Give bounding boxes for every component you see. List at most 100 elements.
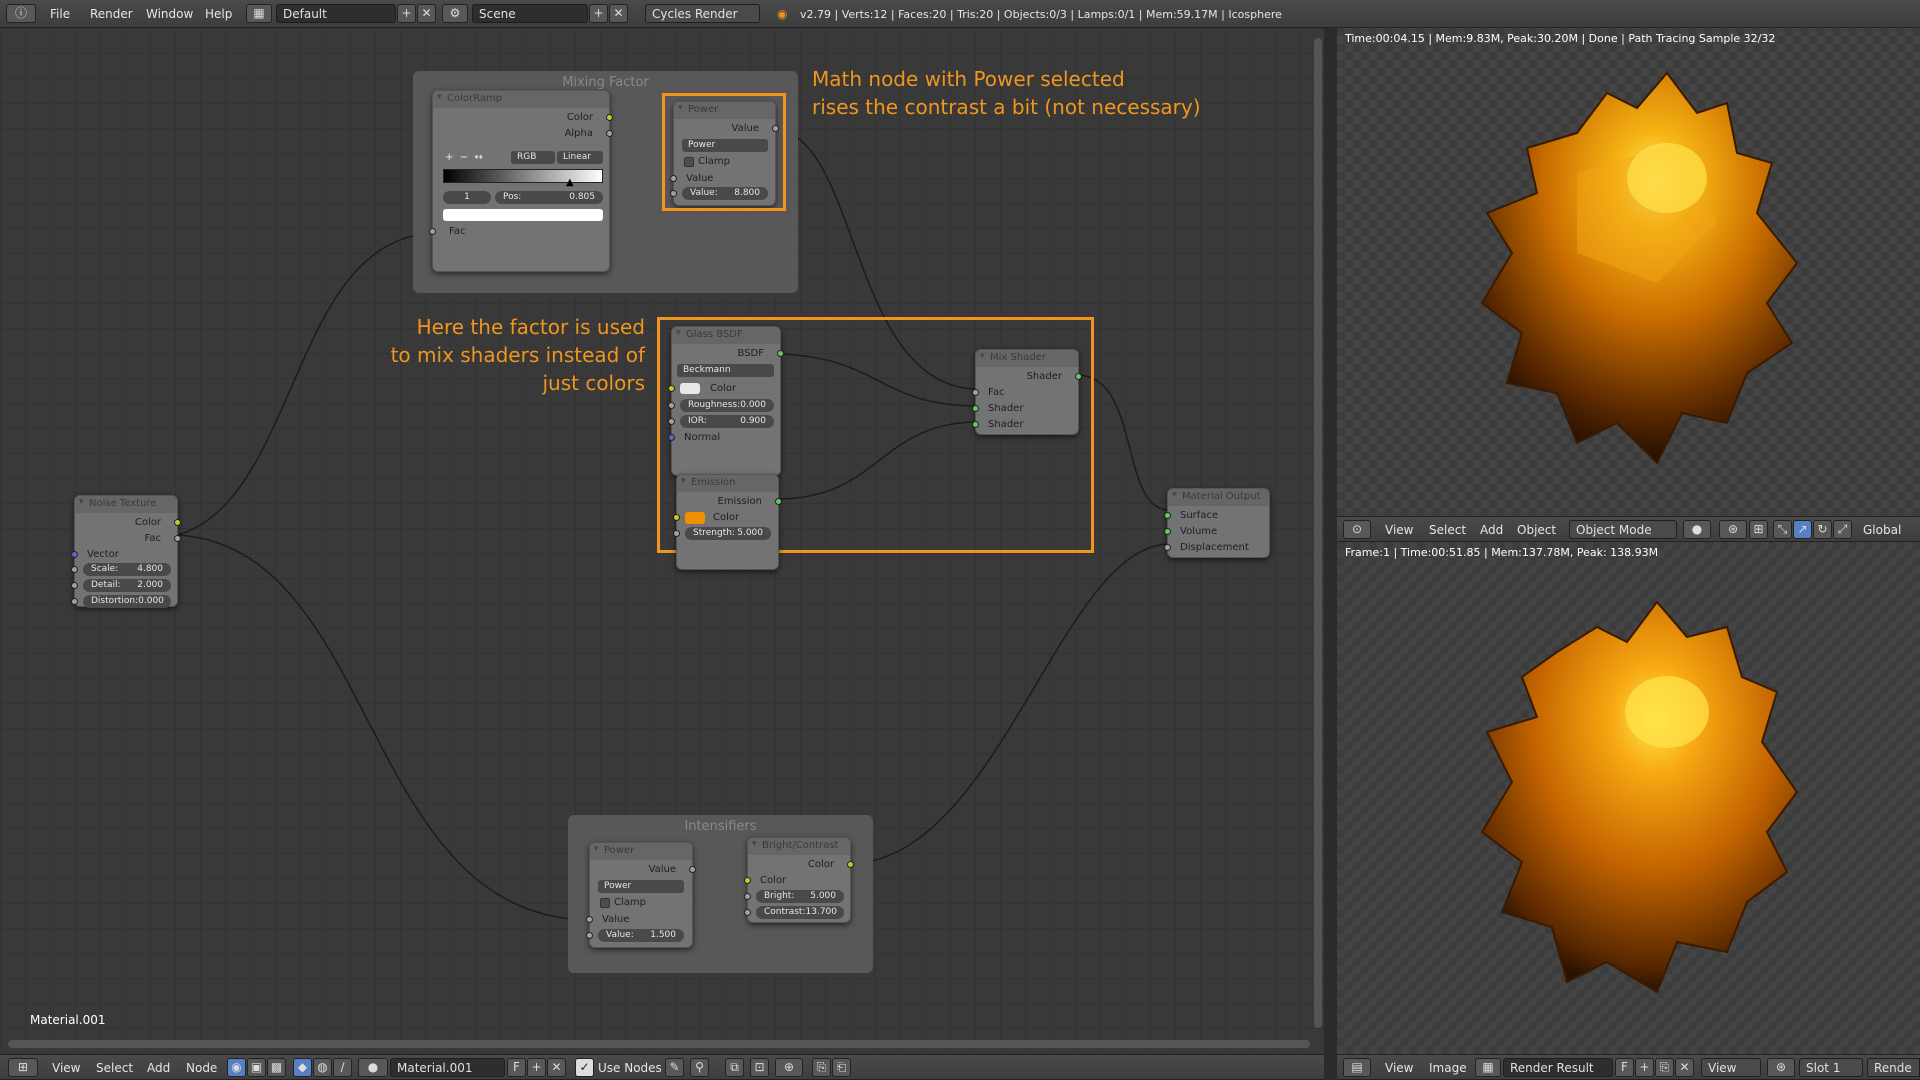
input-socket-shader-2[interactable]: [972, 421, 979, 428]
arrow-icon[interactable]: ↗: [1793, 520, 1812, 539]
render-slot-select[interactable]: Slot 1: [1799, 1058, 1863, 1077]
rotate-icon[interactable]: ↻: [1813, 520, 1832, 539]
node-mix-shader[interactable]: Mix Shader Shader Fac Shader Shader: [972, 349, 1082, 435]
manipulator-icon[interactable]: ⊞: [1749, 520, 1768, 539]
texture-nodes-icon[interactable]: ▩: [267, 1058, 286, 1077]
color-ramp-gradient[interactable]: [443, 169, 603, 183]
menu-node[interactable]: Node: [186, 1061, 217, 1075]
input-socket-color[interactable]: [668, 385, 675, 392]
linestyle-icon[interactable]: ∕: [333, 1058, 352, 1077]
input-socket-vector[interactable]: [71, 551, 78, 558]
input-socket-roughness[interactable]: [668, 402, 675, 409]
use-nodes-checkbox[interactable]: ✓: [575, 1058, 594, 1077]
input-socket-ior[interactable]: [668, 418, 675, 425]
paste-nodes-icon[interactable]: ⎗: [832, 1058, 851, 1077]
material-name-field[interactable]: Material.001: [390, 1058, 505, 1077]
add-scene-icon[interactable]: +: [589, 4, 608, 23]
translate-icon[interactable]: ⤡: [1773, 520, 1792, 539]
object-shader-icon[interactable]: ◆: [293, 1058, 312, 1077]
output-socket-color[interactable]: [847, 861, 854, 868]
input-socket-contrast[interactable]: [744, 909, 751, 916]
image-name-field[interactable]: Render Result: [1503, 1058, 1613, 1077]
input-socket-color[interactable]: [744, 877, 751, 884]
add-layout-icon[interactable]: +: [397, 4, 416, 23]
horizontal-scrollbar[interactable]: [8, 1040, 1310, 1048]
scene-icon[interactable]: ⚙: [442, 4, 468, 23]
roughness-field[interactable]: Roughness: 0.000: [680, 399, 774, 412]
input-socket-detail[interactable]: [71, 582, 78, 589]
menu-image[interactable]: Image: [1429, 1061, 1467, 1075]
menu-window[interactable]: Window: [146, 7, 193, 21]
input-socket-value-1[interactable]: [586, 916, 593, 923]
scale-field[interactable]: Scale: 4.800: [83, 563, 171, 576]
output-socket-emission[interactable]: [775, 498, 782, 505]
contrast-field[interactable]: Contrast: 13.700: [756, 906, 844, 919]
input-socket-scale[interactable]: [71, 566, 78, 573]
node-math-power-2[interactable]: Power Value Power Clamp Value Value: 1.50…: [586, 842, 696, 948]
editor-type-icon[interactable]: ▤: [1343, 1058, 1371, 1077]
menu-file[interactable]: File: [50, 7, 70, 21]
input-socket-volume[interactable]: [1164, 528, 1171, 535]
ramp-add-icon[interactable]: + − ↔: [445, 152, 483, 163]
area-divider[interactable]: [1324, 28, 1337, 1080]
world-shader-icon[interactable]: ◍: [313, 1058, 332, 1077]
vertical-scrollbar[interactable]: [1314, 38, 1322, 1028]
node-colorramp[interactable]: ColorRamp Color Alpha + − ↔ RGB Linear ▲…: [429, 90, 613, 272]
node-emission[interactable]: Emission Emission Color Strength:5.000: [673, 474, 782, 570]
input-socket-distortion[interactable]: [71, 598, 78, 605]
backdrop-icon[interactable]: ✎: [665, 1058, 684, 1077]
info-editor-icon[interactable]: ⓘ: [6, 4, 36, 23]
shader-nodes-icon[interactable]: ◉: [227, 1058, 246, 1077]
editor-type-icon[interactable]: ⊞: [8, 1058, 38, 1077]
value-field[interactable]: Value: 1.500: [598, 929, 684, 942]
3d-viewport-rendered[interactable]: Time:00:04.15 | Mem:9.83M, Peak:30.20M |…: [1337, 28, 1920, 516]
distribution-select[interactable]: Beckmann: [677, 364, 774, 377]
glass-color-swatch[interactable]: [680, 383, 700, 394]
material-browse-icon[interactable]: ●: [358, 1058, 388, 1077]
render-layer-select[interactable]: Rende: [1867, 1058, 1920, 1077]
node-material-output[interactable]: Material Output Surface Volume Displacem…: [1164, 488, 1270, 558]
input-socket-strength[interactable]: [673, 530, 680, 537]
menu-help[interactable]: Help: [205, 7, 232, 21]
input-socket-fac[interactable]: [429, 228, 436, 235]
output-socket-bsdf[interactable]: [777, 350, 784, 357]
output-socket-fac[interactable]: [174, 535, 181, 542]
render-engine-select[interactable]: Cycles Render: [645, 4, 760, 23]
unlink-image-icon[interactable]: ✕: [1675, 1058, 1694, 1077]
remove-layout-icon[interactable]: ✕: [417, 4, 436, 23]
output-socket-alpha[interactable]: [606, 130, 613, 137]
screen-layout-icon[interactable]: ▦: [246, 4, 272, 23]
input-socket-shader-1[interactable]: [972, 405, 979, 412]
output-socket-color[interactable]: [606, 114, 613, 121]
copy-nodes-icon[interactable]: ⎘: [812, 1058, 831, 1077]
menu-object[interactable]: Object: [1517, 523, 1556, 537]
menu-view[interactable]: View: [1385, 1061, 1413, 1075]
menu-view[interactable]: View: [1385, 523, 1413, 537]
view-mode-select[interactable]: View: [1701, 1058, 1761, 1077]
ramp-color-mode-select[interactable]: RGB: [511, 151, 555, 164]
mode-select[interactable]: Object Mode: [1569, 520, 1677, 539]
snap-node-icon[interactable]: ⊡: [750, 1058, 769, 1077]
fake-user-button[interactable]: F: [1615, 1058, 1634, 1077]
menu-render[interactable]: Render: [90, 7, 133, 21]
unlink-material-icon[interactable]: ✕: [547, 1058, 566, 1077]
scene-field[interactable]: Scene: [472, 4, 588, 23]
remove-scene-icon[interactable]: ✕: [609, 4, 628, 23]
menu-select[interactable]: Select: [96, 1061, 133, 1075]
add-material-icon[interactable]: +: [527, 1058, 546, 1077]
menu-select[interactable]: Select: [1429, 523, 1466, 537]
viewport-shading-icon[interactable]: ●: [1683, 520, 1711, 539]
new-image-icon[interactable]: +: [1635, 1058, 1654, 1077]
input-socket-color[interactable]: [673, 514, 680, 521]
screen-layout-field[interactable]: Default: [276, 4, 396, 23]
open-image-icon[interactable]: ⎘: [1655, 1058, 1674, 1077]
compositing-nodes-icon[interactable]: ▣: [247, 1058, 266, 1077]
distortion-field[interactable]: Distortion: 0.000: [83, 595, 171, 608]
pivot-icon[interactable]: ⊛: [1767, 1058, 1795, 1077]
output-socket-value[interactable]: [689, 866, 696, 873]
snap-element-icon[interactable]: ⊕: [775, 1058, 803, 1077]
node-editor[interactable]: Mixing Factor ColorRamp Color Alpha + − …: [0, 28, 1324, 1056]
emission-color-swatch[interactable]: [685, 512, 705, 524]
ramp-interp-select[interactable]: Linear: [557, 151, 603, 164]
detail-field[interactable]: Detail: 2.000: [83, 579, 171, 592]
